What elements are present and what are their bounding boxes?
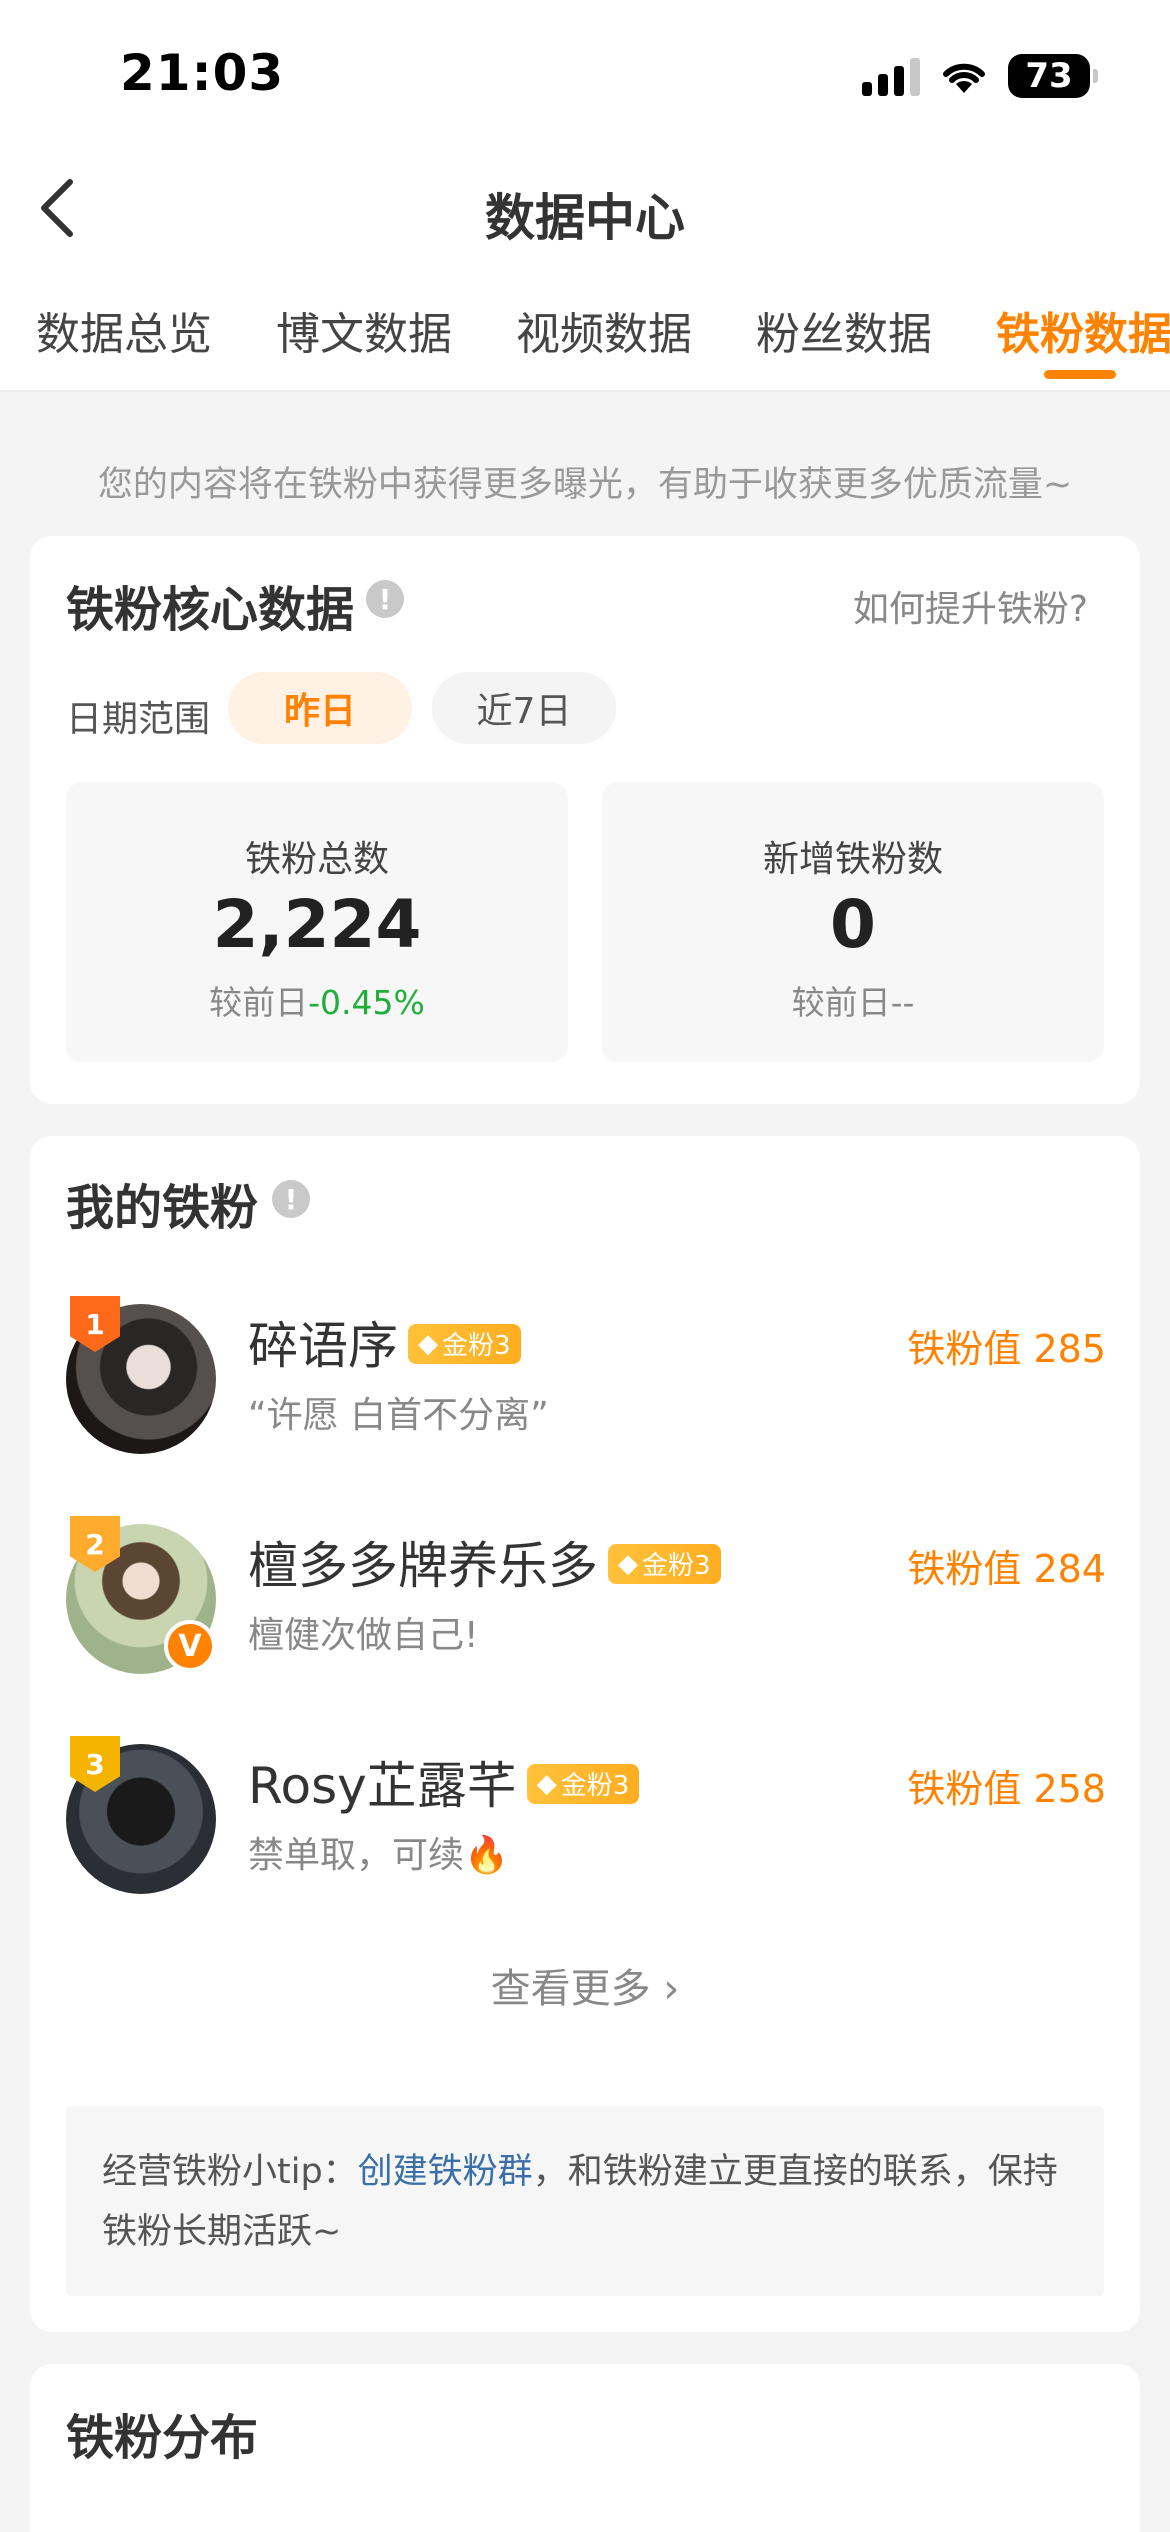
stat-total-fans: 铁粉总数 2,224 较前日-0.45%	[66, 782, 568, 1062]
date-option-7days[interactable]: 近7日	[432, 672, 616, 744]
stat-value: 0	[830, 886, 876, 963]
compare-value: --	[890, 983, 915, 1022]
gold-fan-badge: ◆ 金粉3	[608, 1543, 721, 1584]
notice-text: 您的内容将在铁粉中获得更多曝光，有助于收获更多优质流量~	[97, 465, 1073, 505]
date-option-yesterday[interactable]: 昨日	[228, 672, 412, 744]
fan-value: 铁粉值 285	[907, 1327, 1106, 1371]
fan-name: 檀多多牌养乐多 ◆ 金粉3	[248, 1526, 721, 1598]
compare-value: -0.45%	[308, 983, 425, 1022]
view-more-label: 查看更多	[490, 1966, 651, 2012]
wifi-icon	[943, 63, 985, 93]
tab-overview[interactable]: 数据总览	[36, 298, 212, 362]
diamond-icon: ◆	[536, 1768, 557, 1799]
distribution-card: 铁粉分布	[30, 2364, 1140, 2532]
fan-value: 铁粉值 258	[907, 1767, 1106, 1811]
fan-name: Rosy芷露芊 ◆ 金粉3	[248, 1746, 640, 1818]
fan-row[interactable]: 3 Rosy芷露芊 ◆ 金粉3 禁单取，可续🔥 铁粉值 258	[66, 1736, 1106, 1896]
info-icon[interactable]: !	[366, 580, 404, 618]
tip-box: 经营铁粉小tip：创建铁粉群，和铁粉建立更直接的联系，保持铁粉长期活跃~	[66, 2106, 1104, 2296]
stat-compare: 较前日--	[602, 976, 1104, 1024]
page-title: 数据中心	[485, 189, 685, 247]
core-data-title: 铁粉核心数据	[66, 582, 355, 638]
how-to-improve-link[interactable]: 如何提升铁粉?	[853, 580, 1088, 632]
signal-icon	[862, 56, 920, 96]
tab-iron-fans[interactable]: 铁粉数据	[996, 298, 1170, 362]
battery-icon: 73	[1008, 54, 1098, 98]
create-fan-group-link[interactable]: 创建铁粉群	[358, 2152, 533, 2192]
tab-videos[interactable]: 视频数据	[516, 298, 692, 362]
header-area: 21:03 73 数据中心 数据总览 博文数据 视频数据 粉丝数据 铁粉数据	[0, 0, 1170, 392]
date-range-label: 日期范围	[66, 699, 211, 740]
active-tab-indicator	[1044, 370, 1116, 379]
verified-icon: V	[164, 1620, 216, 1672]
stat-label: 新增铁粉数	[762, 839, 943, 880]
fan-signature: 禁单取，可续🔥	[248, 1835, 509, 1876]
chevron-right-icon: ›	[663, 1966, 680, 2012]
fan-name-text: 碎语序	[248, 1317, 398, 1375]
stat-value: 2,224	[212, 886, 422, 963]
gold-fan-badge: ◆ 金粉3	[408, 1323, 521, 1364]
fan-name-text: 檀多多牌养乐多	[248, 1537, 598, 1595]
compare-label: 较前日	[209, 983, 309, 1022]
core-data-card: 铁粉核心数据 ! 如何提升铁粉? 日期范围 昨日 近7日 铁粉总数 2,224 …	[30, 536, 1140, 1104]
badge-text: 金粉3	[442, 1331, 511, 1361]
tab-bar: 数据总览 博文数据 视频数据 粉丝数据 铁粉数据	[0, 298, 1170, 392]
diamond-icon: ◆	[418, 1328, 438, 1359]
fan-row[interactable]: 2 V 檀多多牌养乐多 ◆ 金粉3 檀健次做自己! 铁粉值 284	[66, 1516, 1106, 1676]
my-fans-card: 我的铁粉 ! 1 碎语序 ◆ 金粉3 “许愿 白首不分离” 铁粉值 285 2 V …	[30, 1136, 1140, 2332]
stat-new-fans: 新增铁粉数 0 较前日--	[602, 782, 1104, 1062]
fan-value: 铁粉值 284	[907, 1547, 1106, 1591]
fan-signature: “许愿 白首不分离”	[248, 1395, 549, 1436]
tab-fans[interactable]: 粉丝数据	[756, 298, 932, 362]
stat-compare: 较前日-0.45%	[66, 976, 568, 1024]
fan-signature: 檀健次做自己!	[248, 1615, 479, 1656]
view-more-button[interactable]: 查看更多 ›	[30, 1956, 1140, 2014]
status-icons: 73	[862, 54, 1098, 98]
tab-posts[interactable]: 博文数据	[276, 298, 452, 362]
fan-row[interactable]: 1 碎语序 ◆ 金粉3 “许愿 白首不分离” 铁粉值 285	[66, 1296, 1106, 1456]
stat-label: 铁粉总数	[244, 839, 389, 880]
diamond-icon: ◆	[618, 1548, 638, 1579]
my-fans-title: 我的铁粉	[66, 1180, 259, 1236]
status-time: 21:03	[120, 44, 285, 102]
fan-name-text: Rosy芷露芊	[248, 1757, 517, 1815]
distribution-title: 铁粉分布	[66, 2410, 259, 2466]
badge-text: 金粉3	[642, 1551, 711, 1581]
tip-prefix: 经营铁粉小tip：	[102, 2152, 358, 2192]
badge-text: 金粉3	[560, 1771, 630, 1801]
compare-label: 较前日	[791, 983, 891, 1022]
fan-name: 碎语序 ◆ 金粉3	[248, 1306, 521, 1378]
info-icon[interactable]: !	[272, 1180, 310, 1218]
gold-fan-badge: ◆ 金粉3	[526, 1763, 640, 1804]
